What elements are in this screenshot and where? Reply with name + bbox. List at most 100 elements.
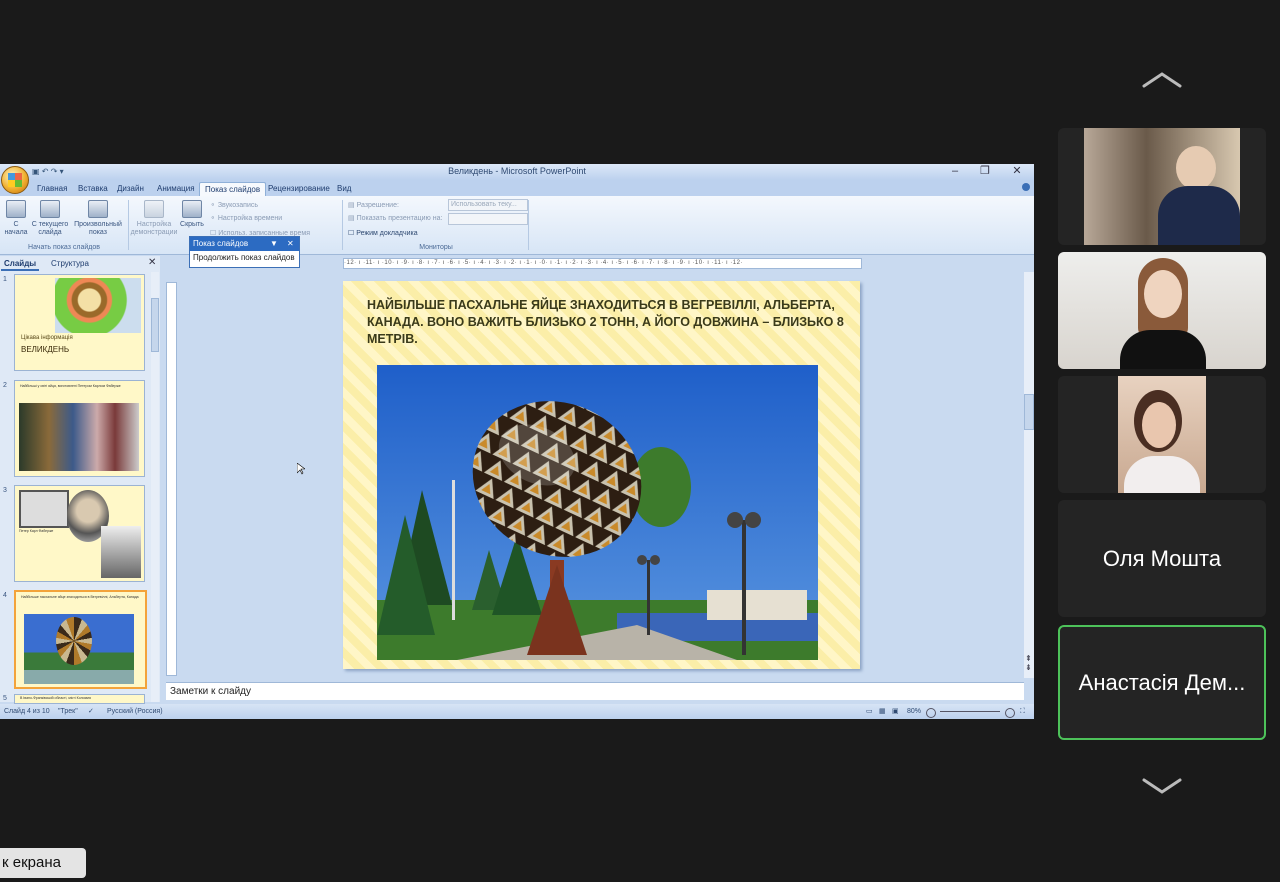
- presenter-view-checkbox[interactable]: ☐ Режим докладчика: [348, 229, 418, 237]
- monitor-select[interactable]: [448, 213, 528, 225]
- slide-thumbnail[interactable]: Найбільші у світі яйця, виготовлені Пете…: [14, 380, 145, 477]
- slideshow-popup: Показ слайдов ▼ ✕ Продолжить показ слайд…: [189, 236, 300, 268]
- participant-video[interactable]: [1058, 128, 1266, 245]
- status-bar: Слайд 4 из 10 "Трек" ✓ Русский (Россия) …: [0, 704, 1034, 719]
- face-shape: [1144, 270, 1182, 318]
- divider: [342, 200, 343, 250]
- undo-icon[interactable]: ↶: [42, 167, 49, 176]
- slideshow-start-icon: [6, 200, 26, 218]
- panel-scroll-thumb[interactable]: [151, 298, 159, 352]
- group-start-label: Начать показ слайдов: [28, 244, 100, 251]
- view-show-icon[interactable]: ▣: [892, 704, 899, 719]
- participant-tile[interactable]: Оля Мошта: [1058, 500, 1266, 617]
- office-button[interactable]: [1, 166, 29, 194]
- zoom-level[interactable]: 80%: [907, 704, 921, 719]
- title-bar: Великдень - Microsoft PowerPoint – ❐ ✕: [0, 164, 1034, 180]
- from-start-button[interactable]: С начала: [2, 200, 30, 237]
- close-panel-icon[interactable]: ✕: [148, 257, 156, 268]
- redo-icon[interactable]: ↷: [51, 167, 58, 176]
- resolution-label: ▤ Разрешение:: [348, 202, 399, 209]
- thumb-subtitle: Цікава інформація: [21, 335, 73, 341]
- slide-thumbnail-selected[interactable]: Найбільше пасхальне яйце знаходиться в В…: [14, 590, 147, 689]
- slide-thumbnail[interactable]: Цікава інформація ВЕЛИКДЕНЬ: [14, 274, 145, 371]
- custom-show-icon: [88, 200, 108, 218]
- rehearse-timings-button[interactable]: ⚬ Настройка времени: [210, 214, 282, 222]
- easter-cake-image: [55, 278, 141, 333]
- popup-dropdown-icon[interactable]: ▼: [270, 237, 278, 251]
- save-icon[interactable]: ▣: [32, 167, 40, 176]
- tab-animation[interactable]: Анимация: [152, 182, 200, 196]
- prev-next-slide-icon[interactable]: ⇞ ⇟: [1025, 654, 1032, 672]
- scroll-down-icon[interactable]: [1140, 776, 1184, 798]
- slide-count: Слайд 4 из 10: [4, 708, 50, 715]
- ribbon: С начала С текущего слайда Произвольный …: [0, 196, 1034, 255]
- thumb-text: Найбільше пасхальне яйце знаходиться в В…: [21, 595, 139, 599]
- tab-review[interactable]: Рецензирование: [263, 182, 335, 196]
- popup-close-icon[interactable]: ✕: [287, 237, 294, 251]
- mouse-cursor-icon: [296, 462, 306, 480]
- slides-panel: Слайды Структура ✕ 1 Цікава інформація В…: [0, 256, 160, 704]
- main-scrollbar[interactable]: ⇞ ⇟: [1024, 272, 1034, 678]
- zoom-in-icon[interactable]: [1005, 708, 1015, 718]
- tab-home[interactable]: Главная: [32, 182, 72, 196]
- help-icon[interactable]: [1022, 183, 1030, 191]
- participant-tile-active-speaker[interactable]: Анастасія Дем...: [1058, 625, 1266, 740]
- office-logo-icon: [8, 173, 22, 187]
- tab-outline[interactable]: Структура: [48, 258, 92, 269]
- slide-number: 5: [3, 695, 7, 702]
- participant-name: Анастасія Дем...: [1078, 669, 1246, 695]
- zoom-slider[interactable]: [940, 711, 1000, 712]
- setup-show-button[interactable]: Настройка демонстрации: [130, 200, 178, 237]
- minimize-button[interactable]: –: [940, 164, 970, 180]
- participant-video[interactable]: [1058, 376, 1266, 493]
- hide-slide-button[interactable]: Скрыть: [178, 200, 206, 229]
- from-current-button[interactable]: С текущего слайда: [31, 200, 69, 237]
- tab-insert[interactable]: Вставка: [73, 182, 113, 196]
- scroll-up-icon[interactable]: [1140, 68, 1184, 90]
- body-shape: [1120, 330, 1206, 369]
- powerpoint-window: Великдень - Microsoft PowerPoint – ❐ ✕ ▣…: [0, 164, 1034, 719]
- record-narration-button[interactable]: ⚬ Звукозапись: [210, 201, 258, 209]
- slide-number: 4: [3, 592, 7, 599]
- face-shape: [1142, 402, 1176, 448]
- face-shape: [1176, 146, 1216, 190]
- vertical-ruler: [166, 282, 177, 676]
- slide-number: 2: [3, 382, 7, 389]
- pysanka-photo[interactable]: [377, 365, 818, 660]
- participant-video[interactable]: [1058, 252, 1266, 369]
- zoom-out-icon[interactable]: [926, 708, 936, 718]
- tab-view[interactable]: Вид: [332, 182, 356, 196]
- custom-show-button[interactable]: Произвольный показ: [72, 200, 124, 237]
- slide-thumbnail[interactable]: Петер Карл Фаберже: [14, 485, 145, 582]
- screen-share-label[interactable]: к екрана: [0, 848, 86, 878]
- thumb-text: Петер Карл Фаберже: [19, 529, 54, 533]
- resolution-select[interactable]: Использовать теку...: [448, 199, 528, 211]
- tab-slideshow[interactable]: Показ слайдов: [199, 182, 267, 197]
- tab-design[interactable]: Дизайн: [112, 182, 149, 196]
- slide-canvas[interactable]: Найбільше пасхальне яйце знаходиться в В…: [343, 281, 860, 669]
- slide-text[interactable]: Найбільше пасхальне яйце знаходиться в В…: [367, 297, 847, 348]
- view-sorter-icon[interactable]: ▦: [879, 704, 886, 719]
- participant-name: Оля Мошта: [1102, 545, 1222, 571]
- panel-scrollbar[interactable]: [151, 272, 159, 702]
- language[interactable]: Русский (Россия): [107, 704, 163, 719]
- notes-field[interactable]: Заметки к слайду: [166, 682, 1024, 700]
- resume-slideshow-item[interactable]: Продолжить показ слайдов: [190, 251, 299, 264]
- divider: [128, 200, 129, 250]
- slide-thumbnail[interactable]: В Івано-Франківській області, місті Коло…: [14, 694, 145, 704]
- divider: [528, 200, 529, 250]
- view-normal-icon[interactable]: ▭: [866, 704, 873, 719]
- close-button[interactable]: ✕: [1002, 164, 1032, 180]
- thumb-text: В Івано-Франківській області, місті Коло…: [20, 696, 91, 700]
- main-scroll-thumb[interactable]: [1024, 394, 1034, 430]
- restore-button[interactable]: ❐: [970, 164, 1000, 180]
- spellcheck-icon[interactable]: ✓: [88, 704, 94, 719]
- fit-window-icon[interactable]: ⛶: [1020, 704, 1025, 719]
- faberge-photo-image: [101, 526, 141, 578]
- theme-name: "Трек": [58, 708, 78, 715]
- quick-access-toolbar: ▣ ↶ ↷ ▾: [32, 167, 92, 177]
- thumb-text: Найбільші у світі яйця, виготовлені Пете…: [20, 384, 121, 388]
- vegreville-egg-image: [377, 365, 818, 660]
- tab-slides[interactable]: Слайды: [1, 258, 40, 271]
- customize-qat-icon[interactable]: ▾: [60, 167, 64, 176]
